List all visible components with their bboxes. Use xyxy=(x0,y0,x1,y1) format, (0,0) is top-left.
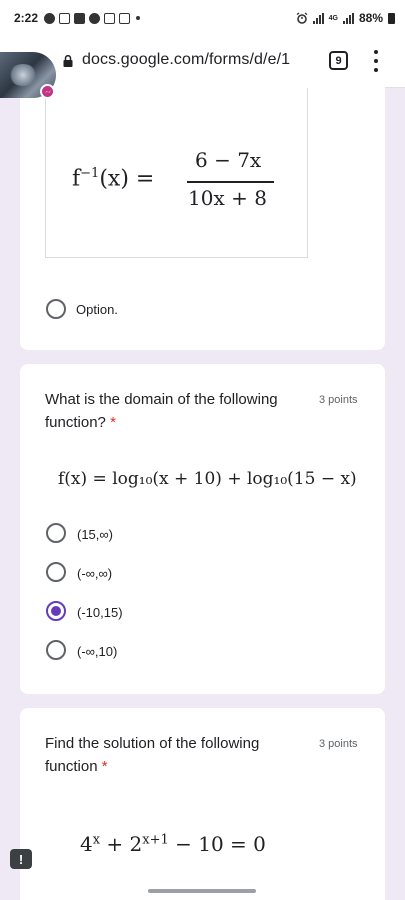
signal-icon xyxy=(342,12,354,24)
gallery-icon xyxy=(119,12,131,24)
required-mark: * xyxy=(101,758,108,775)
option-label: (-∞,∞) xyxy=(77,566,113,581)
required-mark: * xyxy=(110,414,116,431)
signal-icon xyxy=(312,12,324,24)
question-title: Find the solution of the following funct… xyxy=(45,735,260,775)
url-field[interactable]: docs.google.com/forms/d/e/1 xyxy=(82,51,290,69)
report-issue-button[interactable]: ! xyxy=(10,849,32,869)
messenger-icon xyxy=(44,12,56,24)
inverse-formula-lhs: f−1(x) = xyxy=(72,166,155,192)
overflow-menu-button[interactable] xyxy=(372,50,380,72)
radio-option-3-selected[interactable] xyxy=(46,601,66,621)
domain-formula: f(x) = log₁₀(x + 10) + log₁₀(15 − x) xyxy=(58,469,357,489)
question-title: What is the domain of the following func… xyxy=(45,391,278,431)
battery-percentage: 88% xyxy=(358,11,383,25)
option-label: (15,∞) xyxy=(77,527,113,542)
fraction-numerator: 6 − 7x xyxy=(195,148,262,172)
status-time: 2:22 xyxy=(14,11,39,25)
fraction-denominator: 10x + 8 xyxy=(188,186,267,210)
status-right: 4G 88% xyxy=(296,11,395,25)
messenger-badge-icon xyxy=(40,84,55,99)
lock-icon xyxy=(63,55,73,67)
option-label: (-10,15) xyxy=(77,605,123,620)
points-label: 3 points xyxy=(319,738,358,750)
notification-icons xyxy=(44,12,141,24)
more-notifications-icon xyxy=(136,16,141,20)
option-label: (-∞,10) xyxy=(77,644,118,659)
facebook-icon xyxy=(89,12,101,24)
tab-switcher-button[interactable]: 9 xyxy=(329,51,348,70)
radio-option-2[interactable] xyxy=(46,562,66,582)
battery-icon xyxy=(388,12,395,24)
exponential-formula: 4x + 2x+1 − 10 = 0 xyxy=(80,832,266,856)
radio-option-1[interactable] xyxy=(46,299,66,319)
network-type: 4G xyxy=(328,14,338,22)
home-indicator[interactable] xyxy=(148,889,256,893)
chat-bubble-icon xyxy=(59,12,71,24)
youtube-icon xyxy=(74,12,86,24)
radio-option-4[interactable] xyxy=(46,640,66,660)
status-bar: 2:22 4G 88% xyxy=(0,0,405,36)
fraction-bar xyxy=(187,181,274,183)
option-label: Option. xyxy=(76,302,118,317)
radio-option-1[interactable] xyxy=(46,523,66,543)
alarm-icon xyxy=(296,12,308,24)
points-label: 3 points xyxy=(319,394,358,406)
gmail-icon xyxy=(104,12,116,24)
